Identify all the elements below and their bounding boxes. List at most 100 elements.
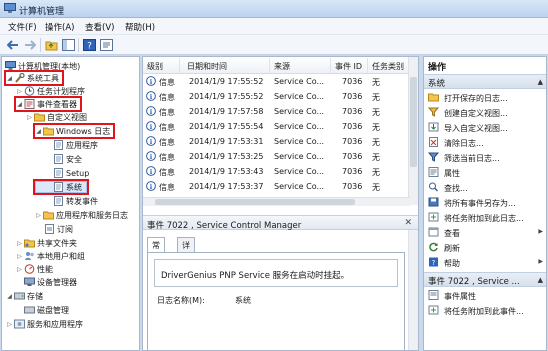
column-header-datetime[interactable]: 日期和时间 [187, 61, 227, 72]
collapsed-arrow-icon[interactable]: ▷ [16, 240, 23, 247]
tree-item-app-service-logs[interactable]: ▷ 应用程序和服务日志 [35, 209, 128, 221]
tree-item-system[interactable]: 系统 [33, 179, 89, 195]
action-item[interactable]: 创建自定义视图... [424, 105, 546, 120]
event-row[interactable]: i 信息 2014/1/9 17:53:37 Service Co... 703… [143, 179, 410, 194]
collapsed-arrow-icon[interactable]: ▷ [35, 212, 42, 219]
expanded-arrow-icon[interactable]: ◢ [6, 75, 13, 82]
tree-item-services-apps[interactable]: ▷ 服务和应用程序 [6, 318, 83, 330]
event-task-category: 无 [372, 168, 380, 177]
actions-section-event[interactable]: 事件 7022 , Service ... ▲ [424, 272, 546, 287]
toolbar-separator [40, 38, 41, 52]
menu-help[interactable]: 帮助(H) [125, 21, 155, 33]
action-item[interactable]: 查找... [424, 180, 546, 195]
collapse-triangle-icon[interactable]: ▲ [538, 276, 543, 284]
column-divider[interactable] [330, 58, 331, 73]
navigation-tree: 计算机管理(本地) ◢ 系统工具 ▷ 任务计划程序 ◢ 事件查看器 ▷ 自定义视… [1, 56, 140, 351]
toolbar: ? [0, 35, 548, 55]
action-item[interactable]: 将任务附加到此日志... [424, 210, 546, 225]
action-item[interactable]: 属性 [424, 165, 546, 180]
tree-item-performance[interactable]: ▷ 性能 [16, 263, 53, 275]
folder-open-icon [43, 126, 54, 136]
tree-item-device-manager[interactable]: 设备管理器 [23, 276, 77, 288]
action-item[interactable]: 筛选当前日志... [424, 150, 546, 165]
action-item[interactable]: 将任务附加到此事件... [424, 303, 546, 318]
action-item[interactable]: 事件属性 [424, 288, 546, 303]
collapsed-arrow-icon[interactable]: ▷ [16, 253, 23, 260]
event-datetime: 2014/1/9 17:53:37 [189, 182, 264, 191]
tree-item-root[interactable]: 计算机管理(本地) [4, 60, 80, 72]
expanded-arrow-icon[interactable]: ◢ [16, 101, 23, 108]
action-item[interactable]: 查看 ▶ [424, 225, 546, 240]
tree-item-system-tools[interactable]: ◢ 系统工具 [4, 70, 64, 86]
column-divider[interactable] [367, 58, 368, 73]
event-list-vertical-scrollbar[interactable] [408, 57, 418, 205]
scrollbar-thumb[interactable] [155, 199, 355, 205]
back-arrow-icon[interactable] [6, 38, 20, 52]
show-hide-tree-icon[interactable] [61, 38, 75, 52]
collapsed-arrow-icon[interactable]: ▷ [16, 266, 23, 273]
action-item[interactable]: 将所有事件另存为... [424, 195, 546, 210]
menu-action[interactable]: 操作(A) [45, 21, 74, 33]
expanded-arrow-icon[interactable]: ◢ [35, 128, 42, 135]
tree-item-windows-logs[interactable]: ◢ Windows 日志 [32, 123, 116, 139]
up-folder-icon[interactable] [44, 38, 58, 52]
tree-item-subscriptions[interactable]: 订阅 [43, 223, 73, 235]
event-row[interactable]: i 信息 2014/1/9 17:57:58 Service Co... 703… [143, 104, 410, 119]
collapsed-arrow-icon[interactable]: ▷ [16, 88, 23, 95]
save-icon [428, 197, 439, 207]
event-row[interactable]: i 信息 2014/1/9 17:55:52 Service Co... 703… [143, 74, 410, 89]
actions-section-system[interactable]: 系统 ▲ [424, 74, 546, 89]
collapsed-arrow-icon[interactable]: ▷ [6, 321, 13, 328]
tree-item-security[interactable]: 安全 [52, 153, 82, 165]
tab-general[interactable]: 常规 [147, 237, 165, 261]
menu-file[interactable]: 文件(F) [8, 21, 37, 33]
clock-icon [24, 86, 35, 96]
action-item[interactable]: 打开保存的日志... [424, 90, 546, 105]
event-description-box[interactable]: DriverGenius PNP Service 服务在启动时挂起。 [154, 259, 398, 287]
tab-details[interactable]: 详细信息 [177, 237, 195, 283]
tree-item-custom-views[interactable]: ▷ 自定义视图 [26, 111, 87, 123]
clear-log-icon [429, 137, 438, 147]
tree-item-forwarded-events[interactable]: 转发事件 [52, 195, 98, 207]
event-task-category: 无 [372, 78, 380, 87]
column-divider[interactable] [269, 58, 270, 73]
event-level: 信息 [159, 93, 175, 102]
column-header-source[interactable]: 来源 [274, 61, 290, 72]
action-item[interactable]: 刷新 [424, 240, 546, 255]
event-row[interactable]: i 信息 2014/1/9 17:53:43 Service Co... 703… [143, 164, 410, 179]
event-list-horizontal-scrollbar[interactable] [143, 197, 410, 206]
tree-item-disk-management[interactable]: 磁盘管理 [23, 304, 69, 316]
detail-vertical-scrollbar[interactable] [408, 230, 418, 350]
help-icon[interactable]: ? [82, 38, 96, 52]
action-item[interactable]: 导入自定义视图... [424, 120, 546, 135]
close-icon[interactable]: ✕ [404, 218, 412, 228]
scrollbar-thumb[interactable] [410, 77, 417, 167]
forward-arrow-icon[interactable] [23, 38, 37, 52]
event-row[interactable]: i 信息 2014/1/9 17:55:52 Service Co... 703… [143, 89, 410, 104]
column-divider[interactable] [179, 58, 180, 73]
services-icon [14, 319, 25, 329]
tree-item-shared-folders[interactable]: ▷ 共享文件夹 [16, 237, 77, 249]
tree-item-local-users[interactable]: ▷ 本地用户和组 [16, 250, 85, 262]
tree-item-event-viewer[interactable]: ◢ 事件查看器 [14, 96, 82, 112]
submenu-arrow-icon: ▶ [538, 228, 543, 235]
tree-item-storage[interactable]: ◢ 存储 [6, 290, 43, 302]
column-header-task-category[interactable]: 任务类别 [372, 61, 404, 72]
event-row[interactable]: i 信息 2014/1/9 17:53:25 Service Co... 703… [143, 149, 410, 164]
expanded-arrow-icon[interactable]: ◢ [6, 293, 13, 300]
collapse-triangle-icon[interactable]: ▲ [538, 78, 543, 86]
action-item[interactable]: 清除日志... [424, 135, 546, 150]
tree-item-task-scheduler[interactable]: ▷ 任务计划程序 [16, 85, 85, 97]
tree-item-application[interactable]: 应用程序 [52, 139, 98, 151]
collapsed-arrow-icon[interactable]: ▷ [26, 114, 33, 121]
menu-view[interactable]: 查看(V) [85, 21, 114, 33]
event-row[interactable]: i 信息 2014/1/9 17:55:54 Service Co... 703… [143, 119, 410, 134]
action-item[interactable]: ? 帮助 ▶ [424, 255, 546, 270]
tree-item-setup[interactable]: Setup [52, 167, 89, 179]
column-header-event-id[interactable]: 事件 ID [335, 61, 362, 72]
properties-icon[interactable] [99, 38, 113, 52]
column-header-level[interactable]: 级别 [147, 61, 163, 72]
event-source: Service Co... [274, 77, 325, 86]
event-row[interactable]: i 信息 2014/1/9 17:53:31 Service Co... 703… [143, 134, 410, 149]
event-level: 信息 [159, 78, 175, 87]
